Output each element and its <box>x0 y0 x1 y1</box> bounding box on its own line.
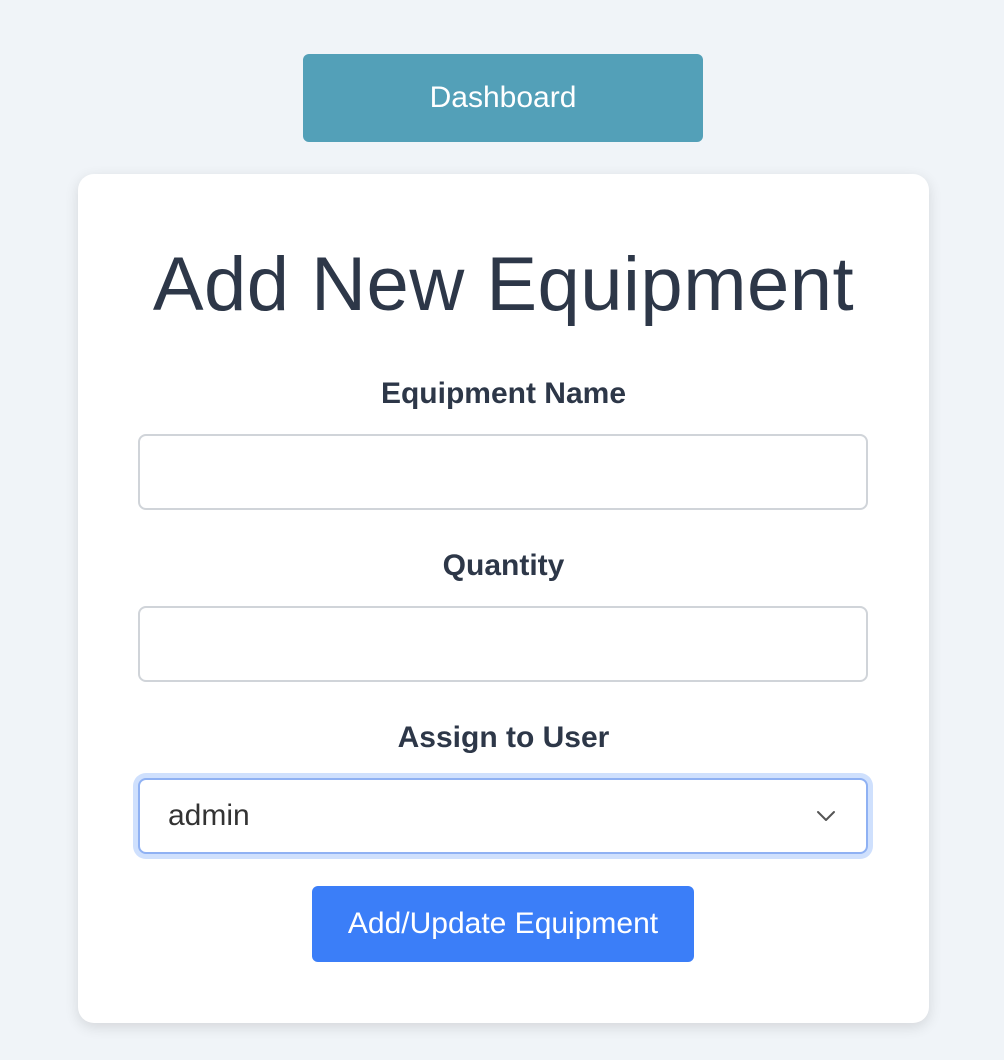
equipment-name-label: Equipment Name <box>380 377 627 410</box>
quantity-label: Quantity <box>442 549 565 582</box>
assign-user-label: Assign to User <box>397 721 610 754</box>
page-title: Add New Equipment <box>152 242 855 327</box>
chevron-down-icon <box>814 804 838 828</box>
dashboard-button[interactable]: Dashboard <box>303 54 703 142</box>
equipment-form-card: Add New Equipment Equipment Name Quantit… <box>78 174 929 1023</box>
assign-user-select[interactable]: admin <box>138 778 868 854</box>
add-update-equipment-button[interactable]: Add/Update Equipment <box>312 886 694 962</box>
assign-user-selected-value: admin <box>168 799 250 832</box>
quantity-input[interactable] <box>138 606 868 682</box>
equipment-name-input[interactable] <box>138 434 868 510</box>
